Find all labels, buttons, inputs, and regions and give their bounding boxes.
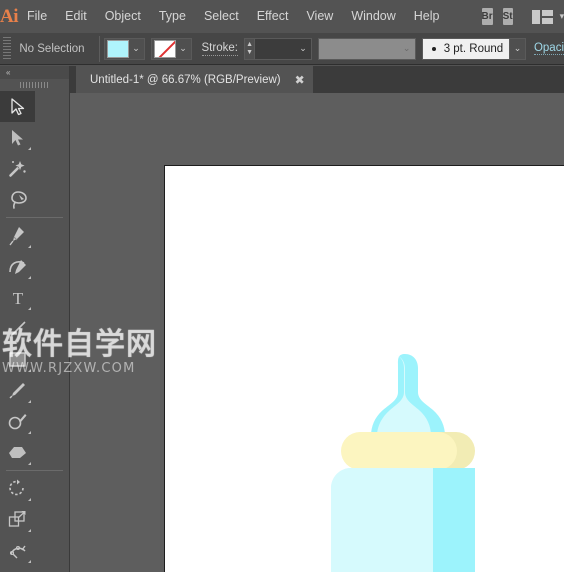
shaper-tool[interactable]: [0, 406, 35, 437]
tools-divider-2: [6, 470, 63, 471]
document-tab[interactable]: Untitled-1* @ 66.67% (RGB/Preview) ✖: [76, 66, 313, 93]
app-logo-icon: Ai: [0, 5, 19, 27]
stroke-chevron-down-icon[interactable]: ⌄: [176, 39, 191, 59]
control-bar: No Selection ⌄ ⌄ Stroke: ▲ ▼ ⌄ ⌄ 3 pt. R…: [0, 33, 564, 65]
document-tab-bar: Untitled-1* @ 66.67% (RGB/Preview) ✖: [70, 66, 564, 93]
control-bar-grip[interactable]: [3, 36, 12, 61]
flyout-indicator-icon: [28, 245, 31, 248]
bottle-body-corner-detail: [331, 468, 367, 488]
type-tool[interactable]: T: [0, 282, 35, 313]
brush-preview-icon: [431, 46, 436, 51]
scale-tool[interactable]: [0, 504, 35, 535]
flyout-indicator-icon: [28, 369, 31, 372]
workspace-icon-right-blocks: [541, 9, 553, 24]
flyout-indicator-icon: [28, 529, 31, 532]
rotate-tool[interactable]: [0, 473, 35, 504]
brush-definition-value: 3 pt. Round: [443, 42, 504, 55]
brush-definition-select[interactable]: 3 pt. Round: [421, 37, 511, 60]
brush-chevron-down-icon[interactable]: ⌄: [510, 37, 526, 60]
free-transform-tool[interactable]: [0, 566, 35, 572]
menu-item-file[interactable]: File: [18, 0, 56, 33]
illustrator-window: Ai File Edit Object Type Select Effect V…: [0, 0, 564, 572]
flyout-indicator-icon: [28, 307, 31, 310]
eraser-tool[interactable]: [0, 437, 35, 468]
baby-bottle-svg: [331, 354, 475, 572]
tools-panel-grip[interactable]: [0, 79, 69, 91]
selection-tool[interactable]: [0, 91, 35, 122]
lasso-tool[interactable]: [0, 184, 35, 215]
flyout-indicator-icon: [28, 431, 31, 434]
pen-tool[interactable]: [0, 220, 35, 251]
menu-item-effect[interactable]: Effect: [248, 0, 298, 33]
fill-swatch-group[interactable]: ⌄: [103, 37, 145, 60]
stepper-up-icon[interactable]: ▲: [246, 41, 253, 48]
stepper-down-icon[interactable]: ▼: [246, 49, 253, 56]
workspace-icon-block-bottom: [541, 17, 553, 24]
menu-item-view[interactable]: View: [297, 0, 342, 33]
fill-swatch[interactable]: [106, 39, 129, 58]
collar-front-shape: [341, 432, 457, 470]
menu-item-window[interactable]: Window: [342, 0, 404, 33]
stroke-swatch-group[interactable]: ⌄: [150, 37, 192, 60]
menu-item-object[interactable]: Object: [96, 0, 150, 33]
flyout-indicator-icon: [28, 276, 31, 279]
fill-chevron-down-icon[interactable]: ⌄: [129, 39, 144, 59]
workspace-switcher-icon[interactable]: [531, 9, 553, 24]
flyout-indicator-icon: [28, 338, 31, 341]
rectangle-tool[interactable]: [0, 344, 35, 375]
stroke-label[interactable]: Stroke:: [201, 42, 238, 56]
control-divider-1: [98, 35, 100, 62]
flyout-indicator-icon: [28, 560, 31, 563]
tools-grid-transform: [0, 473, 69, 572]
magic-wand-tool[interactable]: [0, 153, 35, 184]
flyout-indicator-icon: [28, 147, 31, 150]
collapse-panel-icon[interactable]: «: [0, 66, 69, 79]
tools-grid-drawing: T: [0, 220, 69, 468]
variable-width-chevron-down-icon[interactable]: ⌄: [399, 43, 415, 54]
paintbrush-tool[interactable]: [0, 375, 35, 406]
menu-item-help[interactable]: Help: [405, 0, 449, 33]
stroke-weight-chevron-down-icon[interactable]: ⌄: [295, 43, 311, 54]
workspace-icon-left-block: [531, 9, 540, 24]
document-tab-title: Untitled-1* @ 66.67% (RGB/Preview): [90, 73, 281, 86]
bridge-launch-button[interactable]: Br: [481, 8, 493, 25]
direct-selection-tool[interactable]: [0, 122, 35, 153]
flyout-indicator-icon: [28, 462, 31, 465]
stroke-weight-input[interactable]: ⌄: [254, 37, 312, 60]
flyout-indicator-icon: [28, 498, 31, 501]
document-canvas-area[interactable]: [70, 93, 564, 572]
variable-width-profile-select[interactable]: ⌄: [317, 37, 416, 60]
stroke-weight-stepper[interactable]: ▲ ▼: [243, 37, 255, 60]
menu-bar: Ai File Edit Object Type Select Effect V…: [0, 0, 564, 33]
artboard[interactable]: [164, 165, 564, 572]
opacity-label[interactable]: Opaci: [533, 42, 564, 55]
close-icon[interactable]: ✖: [295, 73, 305, 87]
workspace-icon-block-top: [541, 9, 553, 16]
stroke-swatch-none-icon[interactable]: [153, 39, 176, 58]
width-tool[interactable]: [0, 535, 35, 566]
chevron-down-icon[interactable]: ▾: [560, 11, 564, 22]
tools-grid-top: [0, 91, 69, 215]
flyout-indicator-icon: [28, 400, 31, 403]
curvature-tool[interactable]: [0, 251, 35, 282]
menu-item-select[interactable]: Select: [195, 0, 248, 33]
tools-panel: « T: [0, 66, 70, 572]
menu-item-edit[interactable]: Edit: [56, 0, 96, 33]
selection-status-label: No Selection: [19, 42, 85, 55]
nipple-front-shape: [377, 354, 431, 436]
svg-text:T: T: [12, 289, 23, 307]
line-segment-tool[interactable]: [0, 313, 35, 344]
menu-item-type[interactable]: Type: [150, 0, 195, 33]
stock-launch-button[interactable]: St: [502, 8, 513, 25]
baby-bottle-artwork[interactable]: [327, 348, 487, 572]
grip-lines-icon: [19, 82, 50, 88]
tools-divider-1: [6, 217, 63, 218]
